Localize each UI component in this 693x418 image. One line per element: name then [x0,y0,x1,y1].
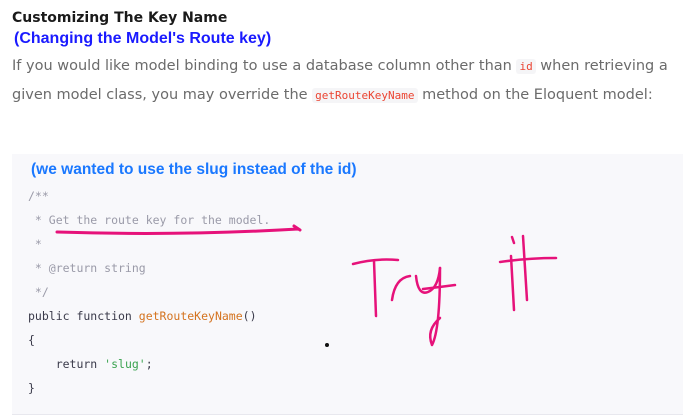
handwritten-annotations [55,224,558,347]
underline-annotation [55,224,302,235]
stray-dot [325,343,329,347]
handwritten-try-it [351,234,558,347]
